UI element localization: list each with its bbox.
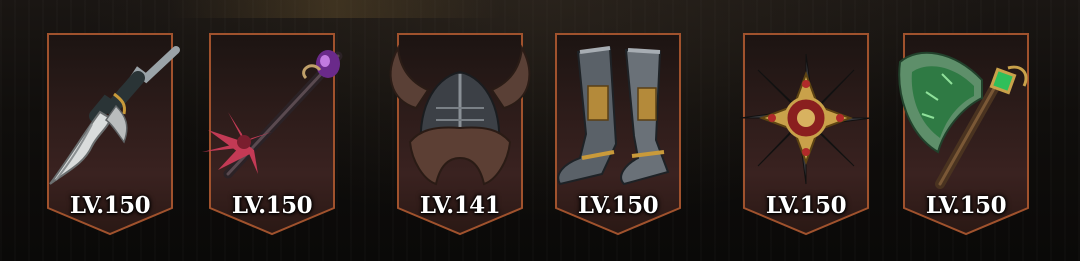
boots-icon [557, 46, 670, 186]
equipment-bar: LV.150 LV.150 LV.141 LV.150 LV.150 LV.15… [0, 0, 1080, 261]
dagger-icon [49, 46, 180, 185]
level-label: LV.150 [577, 192, 659, 219]
equipment-slot-medal[interactable]: LV.150 [736, 24, 876, 236]
medal-icon [739, 53, 873, 185]
equipment-slot-helmet[interactable]: LV.141 [389, 24, 531, 236]
staff-icon [202, 50, 343, 179]
equipment-slot-weapon[interactable]: LV.150 [40, 24, 180, 236]
level-label: LV.141 [419, 192, 501, 219]
equipment-slot-boots[interactable]: LV.150 [548, 24, 688, 236]
level-label: LV.150 [231, 192, 313, 219]
level-label: LV.150 [69, 192, 151, 219]
equipment-slot-axe[interactable]: LV.150 [896, 24, 1036, 236]
horned-helmet-icon [389, 44, 531, 186]
level-label: LV.150 [925, 192, 1007, 219]
level-label: LV.150 [765, 192, 847, 219]
axe-icon [898, 51, 1028, 189]
equipment-slot-staff[interactable]: LV.150 [202, 24, 343, 236]
top-ornament [170, 0, 500, 18]
